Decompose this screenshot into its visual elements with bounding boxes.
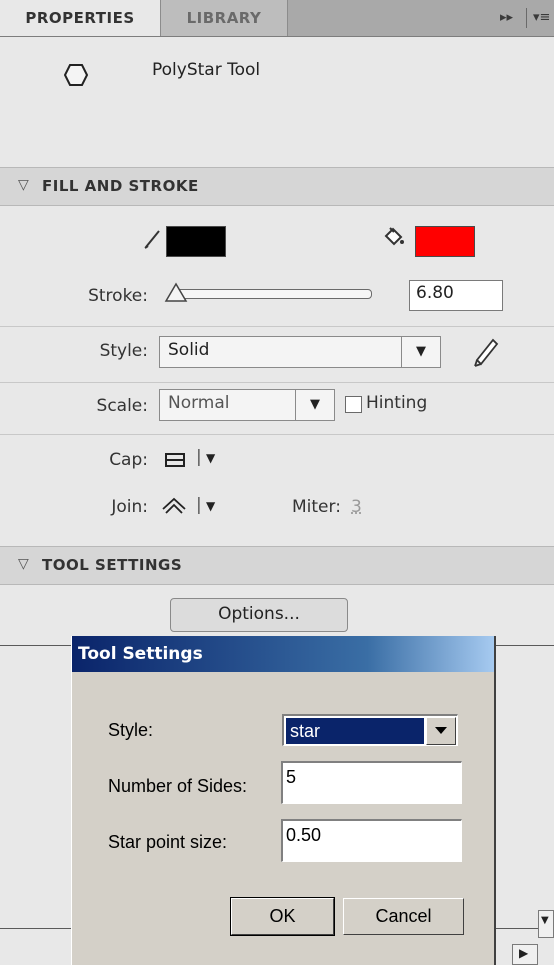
panel-menu-icon[interactable]: ▾≡ — [533, 0, 550, 36]
sides-label: Number of Sides: — [108, 776, 248, 796]
hinting-label: Hinting — [366, 393, 428, 413]
ok-button[interactable]: OK — [230, 897, 335, 936]
separator: | — [196, 495, 202, 515]
pencil-icon — [144, 230, 160, 249]
stroke-style-dropdown[interactable]: Solid ▼ — [159, 336, 441, 368]
chevron-down-icon — [435, 727, 447, 734]
divider — [0, 434, 554, 435]
dialog-title: Tool Settings — [72, 636, 494, 672]
collapse-panel-icon[interactable]: ▸▸ — [500, 0, 513, 36]
cap-label: Cap: — [109, 450, 148, 470]
stroke-label: Stroke: — [88, 286, 148, 306]
star-point-size-input[interactable]: 0.50 — [281, 819, 462, 862]
stroke-style-value: Solid — [168, 340, 210, 360]
join-style-icon[interactable] — [161, 495, 187, 517]
options-button[interactable]: Options... — [170, 598, 348, 632]
tab-properties[interactable]: PROPERTIES — [0, 0, 161, 36]
chevron-down-icon[interactable]: ▼ — [206, 499, 215, 513]
dropdown-button[interactable] — [426, 717, 456, 745]
section-title: FILL AND STROKE — [42, 177, 199, 195]
chevron-right-icon: ▶ — [519, 946, 529, 960]
hinting-checkbox[interactable] — [345, 396, 362, 413]
stroke-slider-thumb[interactable] — [164, 282, 188, 302]
scale-value: Normal — [168, 393, 230, 413]
tool-name: PolyStar Tool — [152, 60, 261, 80]
cap-style-icon[interactable] — [165, 451, 185, 469]
background-line — [0, 928, 71, 929]
miter-label: Miter: — [292, 497, 341, 517]
style-label: Style: — [99, 341, 148, 361]
chevron-down-icon: ▼ — [401, 337, 440, 367]
star-style-dropdown[interactable]: star — [282, 714, 458, 746]
cancel-button[interactable]: Cancel — [343, 898, 464, 935]
dialog-style-label: Style: — [108, 720, 154, 740]
collapse-triangle-icon: ▽ — [18, 556, 29, 572]
section-tool-settings[interactable]: ▽ TOOL SETTINGS — [0, 546, 554, 585]
tab-library[interactable]: LIBRARY — [161, 0, 288, 36]
miter-value[interactable]: 3 — [351, 497, 362, 517]
hexagon-icon — [64, 64, 88, 86]
fill-color-swatch[interactable] — [415, 226, 475, 257]
scale-dropdown[interactable]: Normal ▼ — [159, 389, 335, 421]
sides-input[interactable]: 5 — [281, 761, 462, 804]
stroke-slider-track[interactable] — [176, 289, 372, 299]
tool-settings-dialog: Tool Settings Style: star Number of Side… — [71, 636, 496, 965]
divider — [0, 382, 554, 383]
section-title: TOOL SETTINGS — [42, 556, 183, 574]
divider — [0, 326, 554, 327]
chevron-down-icon: ▼ — [541, 915, 549, 926]
background-line — [495, 645, 554, 646]
collapse-triangle-icon: ▽ — [18, 177, 29, 193]
section-fill-and-stroke[interactable]: ▽ FILL AND STROKE — [0, 167, 554, 206]
scale-label: Scale: — [96, 396, 148, 416]
background-line — [0, 645, 71, 646]
paint-bucket-icon — [384, 227, 404, 246]
separator: | — [196, 447, 202, 467]
tab-separator — [526, 8, 527, 28]
star-point-size-label: Star point size: — [108, 832, 228, 852]
stroke-width-input[interactable]: 6.80 — [409, 280, 503, 311]
join-label: Join: — [111, 497, 148, 517]
stroke-color-swatch[interactable] — [166, 226, 226, 257]
star-style-value: star — [286, 718, 424, 744]
chevron-down-icon[interactable]: ▼ — [206, 451, 215, 465]
chevron-down-icon: ▼ — [295, 390, 334, 420]
edit-stroke-style-icon[interactable] — [469, 334, 501, 368]
